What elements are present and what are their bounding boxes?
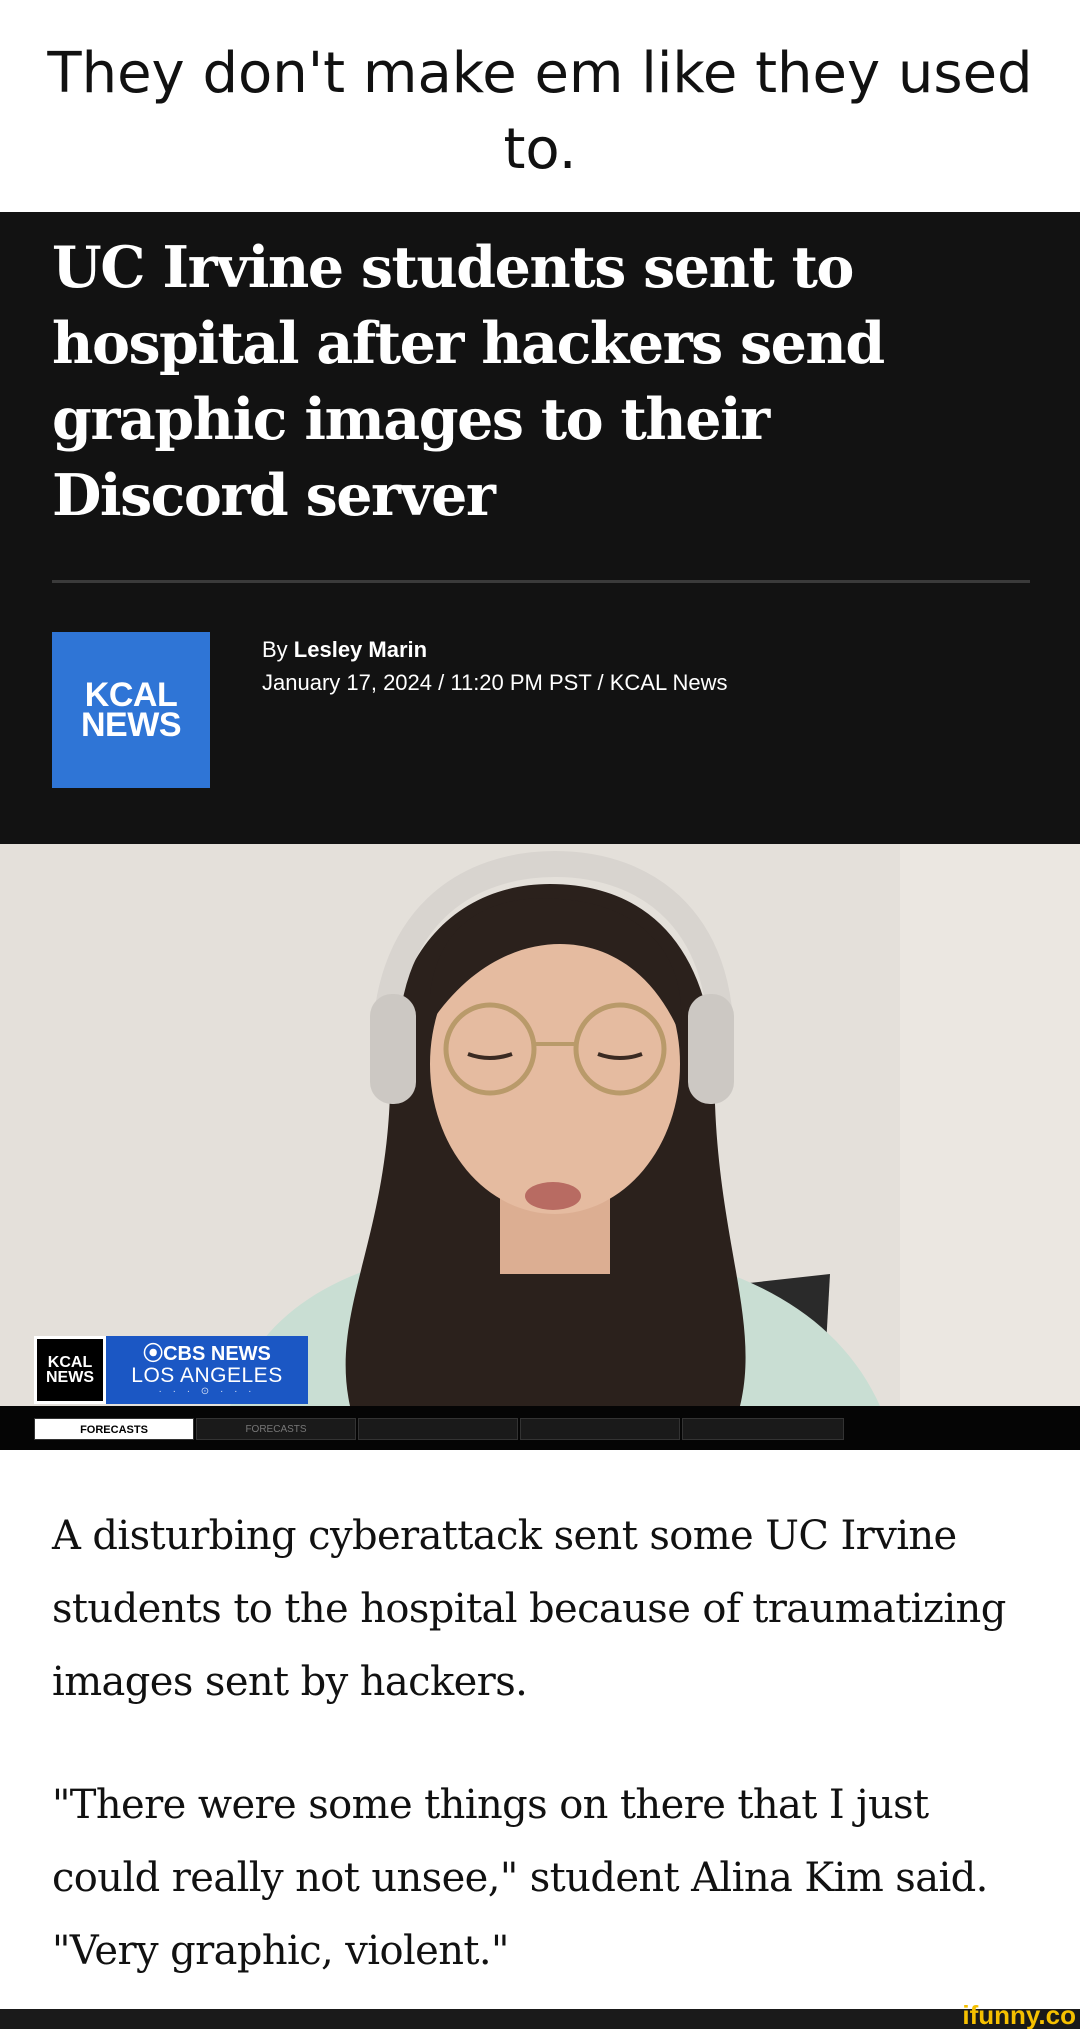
body-paragraph: "There were some things on there that I …	[52, 1782, 988, 1974]
ticker-bar: FORECASTS FORECASTS	[0, 1406, 1080, 1450]
article-header: UC Irvine students sent to hospital afte…	[0, 212, 1080, 844]
bug-kcal-logo: KCAL NEWS	[34, 1336, 106, 1404]
article-headline: UC Irvine students sent to hospital afte…	[52, 234, 885, 529]
body-paragraph: A disturbing cyberattack sent some UC Ir…	[52, 1513, 1006, 1705]
logo-line-2: NEWS	[81, 706, 182, 744]
channel-bug: KCAL NEWS ⦿CBS NEWS LOS ANGELES · · · ⊙ …	[34, 1336, 308, 1404]
bug-network: ⦿CBS NEWS	[143, 1343, 271, 1365]
author-link[interactable]: Lesley Marin	[294, 637, 427, 662]
bug-city: LOS ANGELES	[131, 1364, 283, 1387]
ticker-tab[interactable]	[520, 1418, 680, 1440]
kcal-news-logo[interactable]: KCAL NEWS	[52, 632, 210, 788]
ticker-tab-active[interactable]: FORECASTS	[34, 1418, 194, 1440]
ticker-tab[interactable]	[358, 1418, 518, 1440]
byline-prefix: By	[262, 637, 294, 662]
ticker-tab[interactable]: FORECASTS	[196, 1418, 356, 1440]
article-body: A disturbing cyberattack sent some UC Ir…	[52, 1500, 1042, 2029]
byline: By Lesley Marin January 17, 2024 / 11:20…	[262, 633, 728, 699]
footer-bar	[0, 2009, 1080, 2029]
meme-caption: They don't make em like they used to.	[0, 0, 1080, 212]
video-player[interactable]: KCAL NEWS ⦿CBS NEWS LOS ANGELES · · · ⊙ …	[0, 844, 1080, 1450]
bug-cbs-news: ⦿CBS NEWS LOS ANGELES · · · ⊙ · · ·	[106, 1336, 308, 1404]
ifunny-watermark: ifunny.co	[962, 2000, 1076, 2029]
header-divider	[52, 580, 1030, 583]
bug-dots: · · · ⊙ · · ·	[158, 1386, 256, 1397]
video-frame-image	[0, 844, 1080, 1406]
dateline: January 17, 2024 / 11:20 PM PST / KCAL N…	[262, 670, 728, 695]
ticker-tab[interactable]	[682, 1418, 844, 1440]
